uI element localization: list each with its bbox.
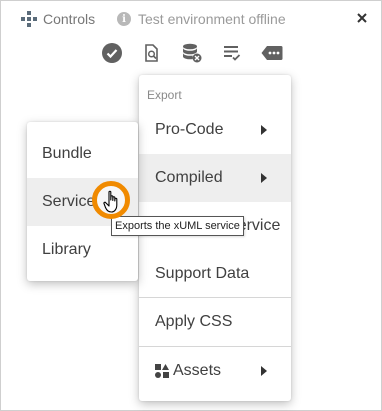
menu-item-pro-code[interactable]: Pro-Code [139, 106, 291, 154]
menu-item-compiled[interactable]: Compiled [139, 154, 291, 202]
submenu-item-label: Library [42, 241, 91, 258]
menu-item-label: Support Data [155, 265, 250, 282]
database-delete-icon [183, 43, 202, 63]
export-menu: Export Pro-Code Compiled Compiled Servic… [139, 75, 291, 401]
validate-button[interactable] [100, 41, 124, 65]
hand-cursor-icon [103, 190, 118, 213]
tag-button[interactable] [260, 41, 284, 65]
search-document-icon [145, 44, 158, 62]
chevron-right-icon [261, 125, 267, 135]
menu-item-label: Apply CSS [155, 313, 233, 330]
controls-icon [21, 11, 37, 27]
database-button[interactable] [180, 41, 204, 65]
list-check-icon [224, 46, 241, 61]
tooltip: Exports the xUML service [111, 216, 244, 236]
environment-status: i Test environment offline [117, 11, 286, 27]
tag-more-icon [261, 46, 283, 60]
info-icon: i [117, 12, 131, 26]
submenu-item-label: Bundle [42, 145, 92, 162]
controls-tab[interactable]: Controls [21, 11, 95, 27]
chevron-right-icon [261, 173, 267, 183]
menu-item-assets[interactable]: Assets [139, 347, 291, 395]
chevron-right-icon [261, 366, 267, 376]
check-circle-icon [102, 43, 122, 63]
submenu-item-bundle[interactable]: Bundle [27, 130, 138, 178]
submenu-item-label: Service [42, 193, 96, 210]
menu-item-label: Compiled [155, 169, 223, 186]
environment-status-label: Test environment offline [138, 11, 286, 27]
export-menu-header: Export [147, 88, 182, 102]
menu-item-support-data[interactable]: Support Data [139, 250, 291, 298]
controls-label: Controls [43, 11, 96, 27]
assets-icon [155, 364, 169, 378]
menu-item-label: Assets [173, 362, 222, 379]
checklist-button[interactable] [220, 41, 244, 65]
menu-item-apply-css[interactable]: Apply CSS [139, 298, 291, 346]
inspect-button[interactable] [140, 41, 164, 65]
title-bar: Controls i Test environment offline [1, 1, 381, 37]
menu-item-label: Pro-Code [155, 121, 224, 138]
close-icon[interactable] [355, 11, 369, 25]
